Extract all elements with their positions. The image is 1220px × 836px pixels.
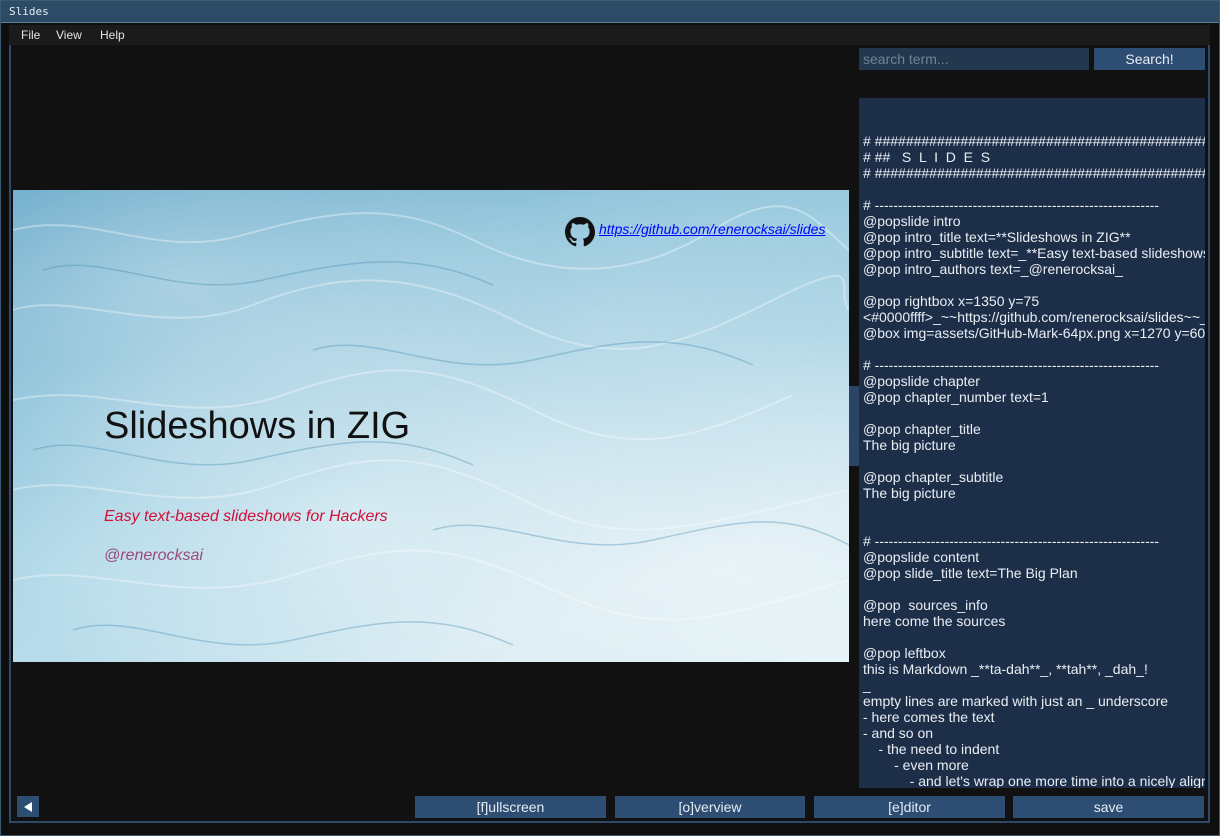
editor-line[interactable]: @pop intro_authors text=_@renerocksai_ <box>863 261 1205 277</box>
search-button[interactable]: Search! <box>1094 48 1205 70</box>
menu-file[interactable]: File <box>21 28 40 42</box>
editor-line[interactable]: @pop chapter_title <box>863 421 1205 437</box>
menu-help[interactable]: Help <box>100 28 125 42</box>
github-link[interactable]: https://github.com/renerocksai/slides <box>599 221 825 237</box>
editor-line[interactable]: @popslide intro <box>863 213 1205 229</box>
editor-line[interactable] <box>863 453 1205 469</box>
editor-line[interactable]: @pop leftbox <box>863 645 1205 661</box>
editor-line[interactable] <box>863 501 1205 517</box>
editor-line[interactable]: # --------------------------------------… <box>863 357 1205 373</box>
editor-line[interactable]: this is Markdown _**ta-dah**_, **tah**, … <box>863 661 1205 677</box>
editor-line[interactable]: @pop slide_title text=The Big Plan <box>863 565 1205 581</box>
editor-line[interactable]: @pop rightbox x=1350 y=75 <box>863 293 1205 309</box>
editor-line[interactable] <box>863 277 1205 293</box>
slide-title: Slideshows in ZIG <box>104 405 411 447</box>
editor-button[interactable]: [e]ditor <box>814 796 1005 818</box>
fullscreen-button[interactable]: [f]ullscreen <box>415 796 606 818</box>
back-button[interactable] <box>17 796 39 817</box>
menu-view[interactable]: View <box>56 28 82 42</box>
editor-line[interactable]: here come the sources <box>863 613 1205 629</box>
editor-line[interactable] <box>863 517 1205 533</box>
slide-editor[interactable]: # ######################################… <box>859 98 1205 788</box>
overview-button[interactable]: [o]verview <box>615 796 805 818</box>
editor-line[interactable]: empty lines are marked with just an _ un… <box>863 693 1205 709</box>
slide-authors: @renerocksai <box>104 547 203 564</box>
editor-line[interactable]: @popslide chapter <box>863 373 1205 389</box>
editor-line[interactable]: @pop chapter_number text=1 <box>863 389 1205 405</box>
editor-line[interactable]: - even more <box>863 757 1205 773</box>
slide-subtitle: Easy text-based slideshows for Hackers <box>104 508 388 525</box>
editor-line[interactable]: - and so on <box>863 725 1205 741</box>
editor-line[interactable]: @pop sources_info <box>863 597 1205 613</box>
editor-line[interactable] <box>863 581 1205 597</box>
editor-text[interactable]: # ######################################… <box>863 133 1205 788</box>
editor-line[interactable]: @pop intro_subtitle text=_**Easy text-ba… <box>863 245 1205 261</box>
editor-line[interactable]: # --------------------------------------… <box>863 197 1205 213</box>
editor-line[interactable]: @popslide content <box>863 549 1205 565</box>
window-title: Slides <box>9 5 49 18</box>
editor-line[interactable]: # ######################################… <box>863 133 1205 149</box>
editor-splitter[interactable] <box>849 386 859 466</box>
editor-line[interactable]: # --------------------------------------… <box>863 533 1205 549</box>
editor-line[interactable]: _ <box>863 677 1205 693</box>
save-button[interactable]: save <box>1013 796 1204 818</box>
title-bar[interactable]: Slides <box>1 1 1219 23</box>
editor-line[interactable]: The big picture <box>863 485 1205 501</box>
github-icon <box>565 217 595 247</box>
editor-line[interactable]: <#0000ffff>_~~https://github.com/reneroc… <box>863 309 1205 325</box>
slide-preview[interactable]: https://github.com/renerocksai/slides Sl… <box>13 190 849 662</box>
search-input[interactable] <box>859 48 1089 70</box>
editor-line[interactable] <box>863 341 1205 357</box>
editor-line[interactable] <box>863 405 1205 421</box>
editor-line[interactable]: - and let's wrap one more time into a ni… <box>863 773 1205 788</box>
editor-line[interactable]: # ## S L I D E S <box>863 149 1205 165</box>
editor-line[interactable]: - the need to indent <box>863 741 1205 757</box>
menu-bar: File View Help <box>9 25 1210 45</box>
editor-line[interactable]: - here comes the text <box>863 709 1205 725</box>
triangle-left-icon <box>24 801 32 812</box>
editor-line[interactable]: @pop intro_title text=**Slideshows in ZI… <box>863 229 1205 245</box>
editor-line[interactable] <box>863 629 1205 645</box>
editor-line[interactable]: @pop chapter_subtitle <box>863 469 1205 485</box>
editor-line[interactable]: @box img=assets/GitHub-Mark-64px.png x=1… <box>863 325 1205 341</box>
editor-line[interactable]: The big picture <box>863 437 1205 453</box>
editor-line[interactable]: # ######################################… <box>863 165 1205 181</box>
editor-line[interactable] <box>863 181 1205 197</box>
